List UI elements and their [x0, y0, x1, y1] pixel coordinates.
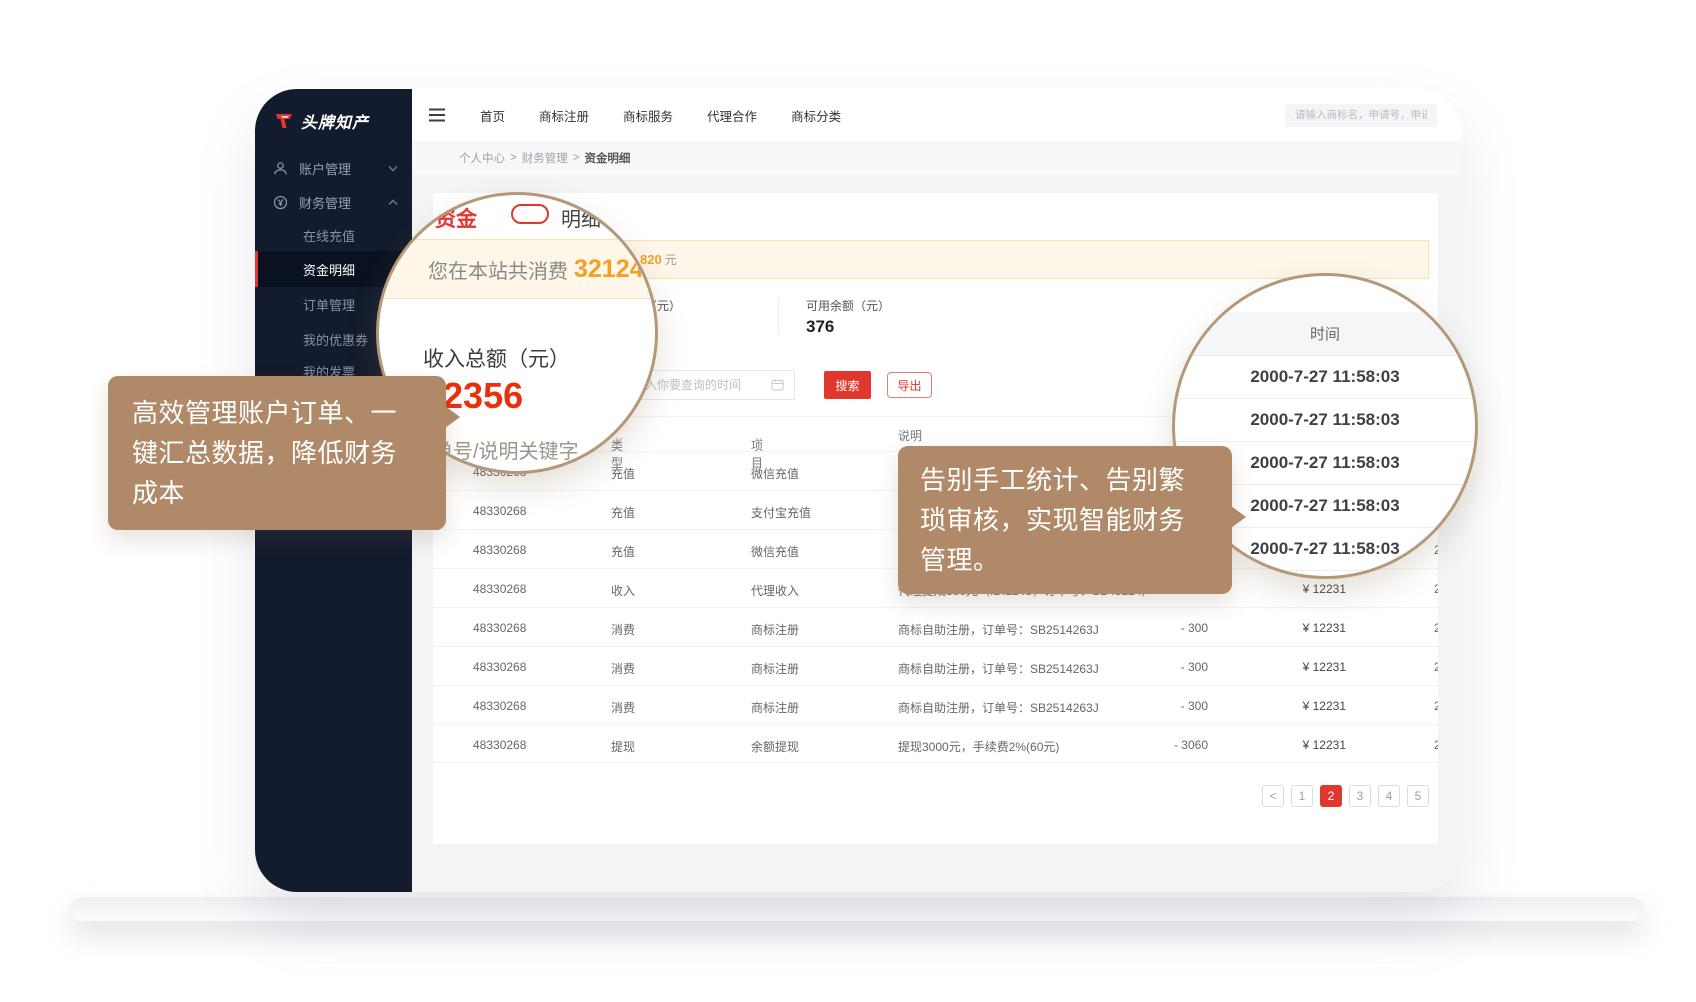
callout-arrow-icon — [1231, 506, 1246, 528]
user-icon — [273, 161, 288, 176]
lens-tab-badge — [511, 204, 549, 224]
sort-caret-icon — [615, 437, 623, 442]
lens-time-cell: 2000-7-27 11:58:03 — [1175, 399, 1475, 442]
lens-tab-fragment-red: 资金 — [435, 203, 477, 233]
lens-tab-fragment-gray: 明细 — [561, 203, 601, 232]
lens-banner-amount: 32124 — [574, 255, 644, 284]
pagination-prev[interactable]: < — [1262, 785, 1284, 807]
brand-flag-icon — [273, 110, 295, 132]
top-navbar: 首页 商标注册 商标服务 代理合作 商标分类 — [412, 89, 1461, 141]
trademark-search-input[interactable] — [1285, 104, 1437, 127]
sort-caret-icon — [755, 437, 763, 442]
nav-home[interactable]: 首页 — [480, 106, 505, 125]
pagination-page-2[interactable]: 2 — [1320, 785, 1342, 807]
chevron-down-icon — [388, 165, 398, 172]
table-row: 48330268消费商标注册商标自助注册，订单号：SB2514263J- 300… — [433, 607, 1438, 646]
table-row: 48330268消费商标注册商标自助注册，订单号：SB2514263J- 300… — [433, 646, 1438, 685]
pagination-page-1[interactable]: 1 — [1291, 785, 1313, 807]
nav-trademark-category[interactable]: 商标分类 — [791, 106, 841, 125]
callout-right: 告别手工统计、告别繁琐审核，实现智能财务管理。 — [898, 446, 1232, 594]
lens-income-label: 收入总额（元） — [423, 343, 570, 373]
breadcrumb-current: 资金明细 — [584, 150, 630, 166]
sidebar-item-account[interactable]: 账户管理 — [255, 149, 412, 187]
callout-arrow-icon — [445, 406, 460, 428]
laptop-base — [70, 897, 1644, 921]
lens-time-cell: 2000-7-27 11:58:03 — [1175, 356, 1475, 399]
pagination-page-5[interactable]: 5 — [1407, 785, 1429, 807]
export-button[interactable]: 导出 — [887, 372, 932, 398]
available-balance-value: 376 — [806, 317, 834, 337]
finance-icon — [273, 195, 288, 210]
nav-trademark-register[interactable]: 商标注册 — [539, 106, 589, 125]
breadcrumb-finance[interactable]: 财务管理 — [522, 150, 568, 166]
lens-consumption-banner: 您在本站共消费 32124 元 — [376, 239, 658, 299]
breadcrumb-personal-center[interactable]: 个人中心 — [459, 150, 505, 166]
callout-left-text: 高效管理账户订单、一键汇总数据，降低财务成本 — [132, 398, 397, 508]
brand-name: 头牌知产 — [301, 109, 369, 133]
pagination: < 1 2 3 4 5 — [1262, 785, 1429, 807]
available-balance-label: 可用余额（元） — [806, 297, 890, 314]
page: 头牌知产 账户管理 财务管理 在线充值 — [0, 0, 1696, 1002]
logo: 头牌知产 — [273, 109, 369, 133]
breadcrumb: 个人中心 > 财务管理 > 资金明细 — [412, 141, 1461, 175]
search-button[interactable]: 搜索 — [824, 371, 871, 399]
table-row: 48330268提现余额提现提现3000元，手续费2%(60元)- 3060¥ … — [433, 724, 1438, 763]
callout-right-text: 告别手工统计、告别繁琐审核，实现智能财务管理。 — [920, 465, 1185, 575]
nav-agent-cooperation[interactable]: 代理合作 — [707, 106, 757, 125]
calendar-icon[interactable] — [771, 378, 784, 391]
callout-left: 高效管理账户订单、一键汇总数据，降低财务成本 — [108, 376, 446, 530]
divider — [778, 297, 779, 335]
pagination-page-4[interactable]: 4 — [1378, 785, 1400, 807]
nav-menu: 首页 商标注册 商标服务 代理合作 商标分类 — [480, 106, 841, 125]
pagination-page-3[interactable]: 3 — [1349, 785, 1371, 807]
menu-collapse-icon[interactable] — [428, 107, 448, 123]
sidebar-item-finance[interactable]: 财务管理 — [255, 183, 412, 221]
banner-unit: 元 — [665, 251, 677, 268]
nav-trademark-service[interactable]: 商标服务 — [623, 106, 673, 125]
col-description: 说明 — [898, 427, 922, 444]
table-row: 48330268消费商标注册商标自助注册，订单号：SB2514263J- 300… — [433, 685, 1438, 724]
lens-time-header: 时间 — [1175, 312, 1475, 356]
chevron-up-icon — [388, 199, 398, 206]
